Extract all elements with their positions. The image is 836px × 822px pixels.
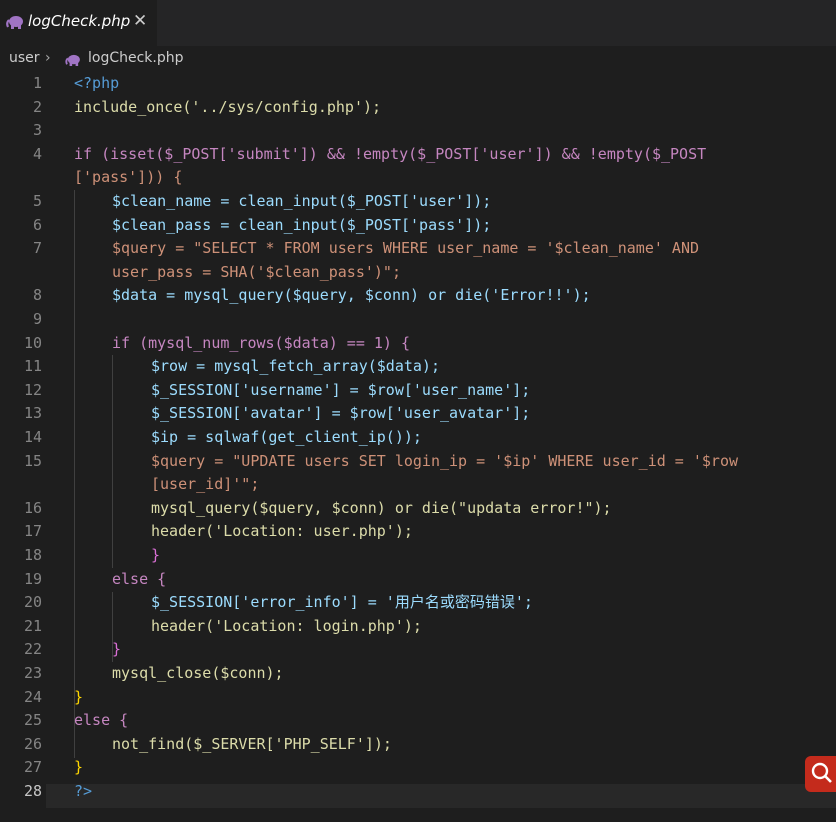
code-line: else { — [112, 569, 167, 588]
line-number: 25 — [23, 711, 42, 730]
code-line: header('Location: login.php'); — [151, 616, 422, 635]
code-line: $_SESSION['error_info'] = '用户名或密码错误'; — [151, 593, 533, 612]
line-number: 4 — [32, 144, 42, 163]
code-line: $_SESSION['avatar'] = $row['user_avatar'… — [151, 404, 531, 423]
code-line: user_pass = SHA('$clean_pass')"; — [112, 262, 401, 281]
code-line: include_once('../sys/config.php'); — [74, 97, 382, 116]
code-line: <?php — [74, 74, 120, 92]
line-number: 12 — [23, 380, 42, 399]
code-line: $query = "SELECT * FROM users WHERE user… — [112, 239, 699, 258]
line-number: 26 — [23, 734, 42, 753]
line-number: 14 — [23, 428, 42, 446]
line-number: 18 — [23, 546, 42, 564]
indent-guide — [112, 355, 113, 568]
line-number: 23 — [23, 664, 42, 682]
code-line: header('Location: user.php'); — [151, 522, 413, 541]
code-line: if (mysql_num_rows($data) == 1) { — [112, 333, 411, 352]
line-number: 21 — [23, 616, 42, 635]
line-number: 1 — [32, 74, 42, 92]
code-line: not_find($_SERVER['PHP_SELF']); — [112, 734, 392, 753]
indent-guide — [74, 734, 75, 758]
chevron-right-icon: › — [45, 50, 51, 66]
line-number: 22 — [23, 640, 42, 659]
line-number: 3 — [32, 121, 42, 140]
code-line: if (isset($_POST['submit']) && !empty($_… — [74, 144, 707, 163]
code-line: $query = "UPDATE users SET login_ip = '$… — [151, 451, 738, 470]
tab-bar: logCheck.php ✕ — [0, 0, 836, 46]
search-icon — [811, 762, 832, 783]
close-icon[interactable]: ✕ — [133, 11, 147, 31]
line-number: 7 — [32, 239, 42, 258]
line-number — [0, 261, 42, 285]
breadcrumb-file[interactable]: logCheck.php — [88, 50, 184, 66]
tab-title: logCheck.php — [28, 12, 131, 30]
code-line: $data = mysql_query($query, $conn) or di… — [112, 286, 591, 305]
php-elephant-icon — [65, 54, 80, 66]
code-line: } — [151, 546, 161, 564]
code-line: ?> — [74, 782, 93, 800]
line-number: 24 — [23, 687, 42, 706]
code-line: mysql_query($query, $conn) or die("updat… — [151, 498, 612, 517]
line-number: 28 — [23, 782, 42, 800]
line-number: 11 — [23, 357, 42, 376]
breadcrumb-folder[interactable]: user — [9, 50, 40, 66]
code-editor[interactable]: 1 2 3 4 5 6 7 8 9 10 11 12 13 14 15 16 17 18 19 20 21 22 23 24 2… — [0, 72, 836, 822]
line-number: 13 — [23, 404, 42, 423]
line-number: 2 — [32, 97, 42, 116]
code-line: } — [74, 758, 84, 777]
line-number: 16 — [23, 498, 42, 517]
current-line-highlight — [46, 784, 836, 808]
tab-logcheck[interactable]: logCheck.php ✕ — [0, 0, 157, 46]
code-line: $_SESSION['username'] = $row['user_name'… — [151, 380, 531, 399]
code-line: mysql_close($conn); — [112, 664, 284, 682]
code-line: $ip = sqlwaf(get_client_ip()); — [151, 428, 422, 446]
code-line: else { — [74, 711, 129, 730]
code-line: $row = mysql_fetch_array($data); — [151, 357, 440, 376]
line-number: 8 — [32, 286, 42, 305]
line-number: 10 — [23, 333, 42, 352]
code-line: } — [74, 687, 84, 706]
line-number: 15 — [23, 451, 42, 470]
php-elephant-icon — [6, 16, 23, 29]
line-number: 19 — [23, 569, 42, 588]
code-line: $clean_name = clean_input($_POST['user']… — [112, 192, 492, 210]
code-line: } — [112, 640, 122, 659]
line-number — [0, 166, 42, 190]
indent-guide — [74, 190, 75, 734]
code-line: ['pass'])) { — [74, 168, 183, 187]
code-line: [user_id]'"; — [151, 475, 260, 494]
code-line: $clean_pass = clean_input($_POST['pass']… — [112, 215, 492, 234]
line-number: 9 — [32, 310, 42, 328]
search-button[interactable] — [805, 756, 836, 792]
line-number: 20 — [23, 593, 42, 612]
line-number: 27 — [23, 758, 42, 777]
line-number — [0, 473, 42, 497]
line-number: 17 — [23, 522, 42, 541]
line-number: 5 — [32, 192, 42, 210]
breadcrumb: user › logCheck.php — [0, 46, 836, 72]
line-number: 6 — [32, 215, 42, 234]
